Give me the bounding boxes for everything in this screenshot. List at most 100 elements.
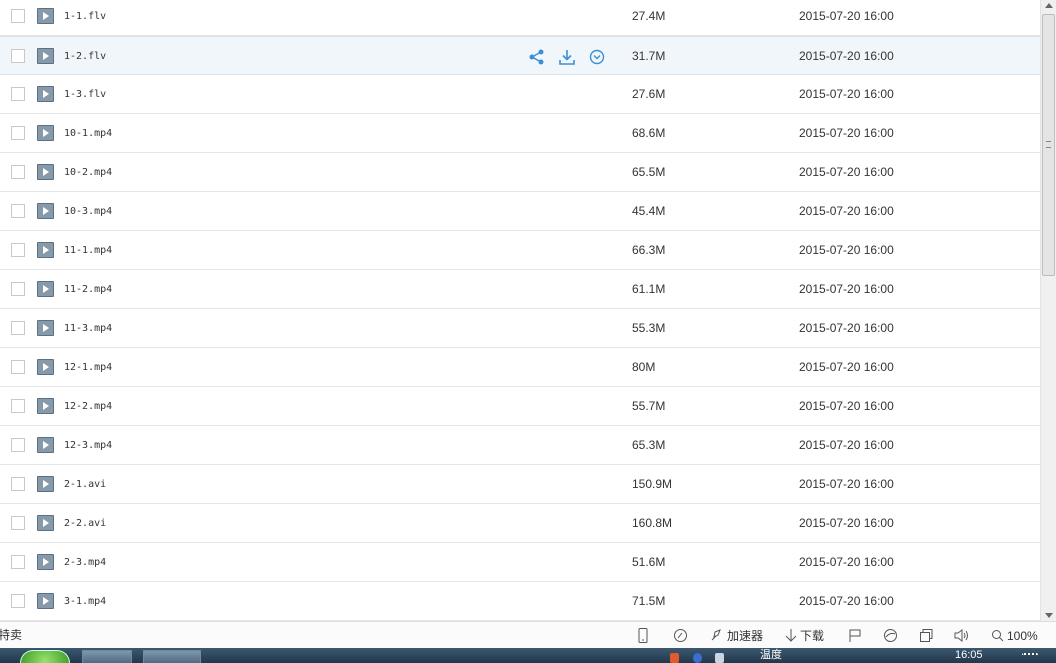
file-size: 160.8M xyxy=(632,516,673,530)
zoom-button[interactable]: 100% xyxy=(991,622,1038,649)
file-checkbox[interactable] xyxy=(11,126,25,140)
file-row[interactable]: 12-1.mp4 80M 2015-07-20 16:00 xyxy=(0,348,1040,387)
flag-button[interactable] xyxy=(848,622,862,649)
file-row[interactable]: 10-1.mp4 68.6M 2015-07-20 16:00 xyxy=(0,114,1040,153)
file-modified-date: 2015-07-20 16:00 xyxy=(799,126,894,140)
video-file-icon xyxy=(37,164,54,180)
file-modified-date: 2015-07-20 16:00 xyxy=(799,49,894,63)
file-name[interactable]: 10-3.mp4 xyxy=(64,192,112,231)
start-button[interactable] xyxy=(20,650,70,663)
file-row[interactable]: 12-2.mp4 55.7M 2015-07-20 16:00 xyxy=(0,387,1040,426)
file-row[interactable]: 12-3.mp4 65.3M 2015-07-20 16:00 xyxy=(0,426,1040,465)
file-checkbox[interactable] xyxy=(11,360,25,374)
window-button[interactable] xyxy=(919,622,933,649)
scroll-down-arrow-icon[interactable] xyxy=(1045,613,1053,618)
file-row[interactable]: 1-1.flv 27.4M 2015-07-20 16:00 xyxy=(0,0,1040,36)
file-row[interactable]: 1-3.flv 27.6M 2015-07-20 16:00 xyxy=(0,75,1040,114)
file-size: 68.6M xyxy=(632,126,666,140)
file-name[interactable]: 11-3.mp4 xyxy=(64,309,112,348)
file-checkbox[interactable] xyxy=(11,399,25,413)
status-bar-text[interactable]: 特卖 xyxy=(0,622,22,649)
file-name[interactable]: 10-1.mp4 xyxy=(64,114,112,153)
download-arrow-icon xyxy=(785,629,797,642)
video-file-icon xyxy=(37,515,54,531)
file-checkbox[interactable] xyxy=(11,594,25,608)
file-modified-date: 2015-07-20 16:00 xyxy=(799,555,894,569)
download-icon[interactable] xyxy=(558,48,576,66)
file-checkbox[interactable] xyxy=(11,243,25,257)
browser-button[interactable] xyxy=(883,622,898,649)
vertical-scrollbar[interactable] xyxy=(1040,0,1056,621)
taskbar-clock[interactable]: 16:05 xyxy=(955,648,983,663)
download-manager-button[interactable]: 下载 xyxy=(785,622,824,649)
file-size: 55.7M xyxy=(632,399,666,413)
scroll-thumb[interactable] xyxy=(1042,14,1055,276)
file-checkbox[interactable] xyxy=(11,204,25,218)
flag-icon xyxy=(849,629,861,642)
accelerator-button[interactable]: 加速器 xyxy=(709,622,763,649)
video-file-icon xyxy=(37,242,54,258)
file-modified-date: 2015-07-20 16:00 xyxy=(799,165,894,179)
video-file-icon xyxy=(37,320,54,336)
file-row[interactable]: 2-1.avi 150.9M 2015-07-20 16:00 xyxy=(0,465,1040,504)
tray-flag-icon[interactable] xyxy=(1022,653,1038,663)
volume-button[interactable] xyxy=(954,622,970,649)
tray-app-icon[interactable] xyxy=(670,653,679,663)
file-name[interactable]: 1-2.flv xyxy=(64,37,106,76)
file-checkbox[interactable] xyxy=(11,165,25,179)
file-row[interactable]: 3-1.mp4 71.5M 2015-07-20 16:00 xyxy=(0,582,1040,621)
file-name[interactable]: 10-2.mp4 xyxy=(64,153,112,192)
video-file-icon xyxy=(37,398,54,414)
file-checkbox[interactable] xyxy=(11,282,25,296)
file-modified-date: 2015-07-20 16:00 xyxy=(799,399,894,413)
file-checkbox[interactable] xyxy=(11,555,25,569)
file-size: 61.1M xyxy=(632,282,666,296)
file-checkbox[interactable] xyxy=(11,438,25,452)
scroll-up-arrow-icon[interactable] xyxy=(1045,3,1053,8)
tray-network-icon[interactable] xyxy=(693,653,702,663)
row-actions xyxy=(528,48,606,66)
file-row[interactable]: 10-3.mp4 45.4M 2015-07-20 16:00 xyxy=(0,192,1040,231)
file-name[interactable]: 12-1.mp4 xyxy=(64,348,112,387)
share-icon[interactable] xyxy=(528,48,546,66)
file-row[interactable]: 2-3.mp4 51.6M 2015-07-20 16:00 xyxy=(0,543,1040,582)
taskbar-app-1[interactable] xyxy=(82,650,132,663)
file-modified-date: 2015-07-20 16:00 xyxy=(799,321,894,335)
mobile-button[interactable] xyxy=(637,622,649,649)
video-file-icon xyxy=(37,203,54,219)
file-row[interactable]: 1-2.flv 31.7M 2015-07-20 16:00 xyxy=(0,36,1040,75)
file-row[interactable]: 10-2.mp4 65.5M 2015-07-20 16:00 xyxy=(0,153,1040,192)
file-name[interactable]: 11-1.mp4 xyxy=(64,231,112,270)
file-checkbox[interactable] xyxy=(11,321,25,335)
more-icon[interactable] xyxy=(588,48,606,66)
file-size: 51.6M xyxy=(632,555,666,569)
file-modified-date: 2015-07-20 16:00 xyxy=(799,516,894,530)
refresh-speed-button[interactable] xyxy=(673,622,688,649)
file-checkbox[interactable] xyxy=(11,87,25,101)
file-name[interactable]: 2-1.avi xyxy=(64,465,106,504)
file-checkbox[interactable] xyxy=(11,516,25,530)
file-row[interactable]: 11-3.mp4 55.3M 2015-07-20 16:00 xyxy=(0,309,1040,348)
file-name[interactable]: 12-2.mp4 xyxy=(64,387,112,426)
file-size: 27.4M xyxy=(632,9,666,23)
file-size: 66.3M xyxy=(632,243,666,257)
file-checkbox[interactable] xyxy=(11,477,25,491)
file-name[interactable]: 2-3.mp4 xyxy=(64,543,106,582)
taskbar-app-2[interactable] xyxy=(143,650,201,663)
file-size: 55.3M xyxy=(632,321,666,335)
file-name[interactable]: 12-3.mp4 xyxy=(64,426,112,465)
tray-window-icon[interactable] xyxy=(715,653,724,663)
file-row[interactable]: 11-1.mp4 66.3M 2015-07-20 16:00 xyxy=(0,231,1040,270)
file-name[interactable]: 1-1.flv xyxy=(64,0,106,36)
file-name[interactable]: 11-2.mp4 xyxy=(64,270,112,309)
file-checkbox[interactable] xyxy=(11,9,25,23)
file-name[interactable]: 1-3.flv xyxy=(64,75,106,114)
file-checkbox[interactable] xyxy=(11,48,25,63)
file-size: 71.5M xyxy=(632,594,666,608)
file-row[interactable]: 11-2.mp4 61.1M 2015-07-20 16:00 xyxy=(0,270,1040,309)
file-name[interactable]: 2-2.avi xyxy=(64,504,106,543)
file-row[interactable]: 2-2.avi 160.8M 2015-07-20 16:00 xyxy=(0,504,1040,543)
file-size: 65.5M xyxy=(632,165,666,179)
video-file-icon xyxy=(37,8,54,24)
file-name[interactable]: 3-1.mp4 xyxy=(64,582,106,621)
